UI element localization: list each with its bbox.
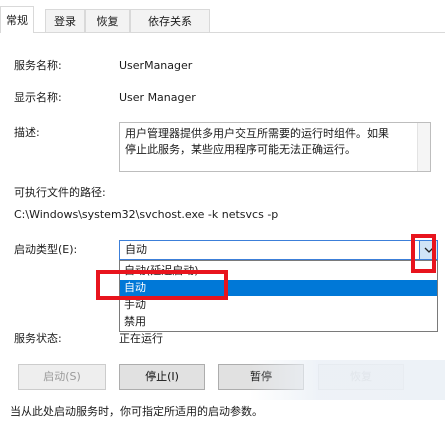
description-line-2: 停止此服务，某些应用程序可能无法正确运行。: [125, 143, 356, 156]
startup-type-label: 启动类型(E):: [14, 243, 78, 256]
service-name-value: UserManager: [119, 59, 193, 72]
tab-general[interactable]: 常规: [0, 6, 34, 33]
tab-recovery[interactable]: 恢复: [85, 9, 130, 32]
executable-path-value: C:\Windows\system32\svchost.exe -k netsv…: [14, 208, 279, 221]
display-name-label: 显示名称:: [14, 91, 62, 104]
footer-hint: 当从此处启动服务时，你可指定所适用的启动参数。: [10, 405, 263, 418]
stop-button[interactable]: 停止(I): [119, 364, 205, 390]
watermark-overlay: [250, 360, 445, 400]
start-button[interactable]: 启动(S): [18, 364, 106, 390]
description-line-1: 用户管理器提供多用户交互所需要的运行时组件。如果: [125, 127, 389, 140]
annotation-box-option: [96, 270, 228, 300]
description-textbox[interactable]: 用户管理器提供多用户交互所需要的运行时组件。如果 停止此服务，某些应用程序可能无…: [119, 122, 431, 172]
service-status-value: 正在运行: [119, 332, 163, 345]
startup-type-selected: 自动: [125, 243, 147, 256]
display-name-value: User Manager: [119, 91, 196, 104]
service-name-label: 服务名称:: [14, 59, 62, 72]
description-scrollbar[interactable]: [417, 123, 430, 171]
startup-type-select[interactable]: 自动: [119, 240, 438, 260]
tab-logon[interactable]: 登录: [45, 9, 85, 32]
description-label: 描述:: [14, 126, 40, 139]
executable-path-label: 可执行文件的路径:: [14, 186, 106, 199]
option-disabled[interactable]: 禁用: [120, 314, 437, 330]
service-status-label: 服务状态:: [14, 332, 62, 345]
tab-dependencies[interactable]: 依存关系: [130, 9, 210, 32]
annotation-box-dropdown: [411, 234, 436, 273]
tab-bar: 常规 登录 恢复 依存关系: [0, 0, 445, 33]
